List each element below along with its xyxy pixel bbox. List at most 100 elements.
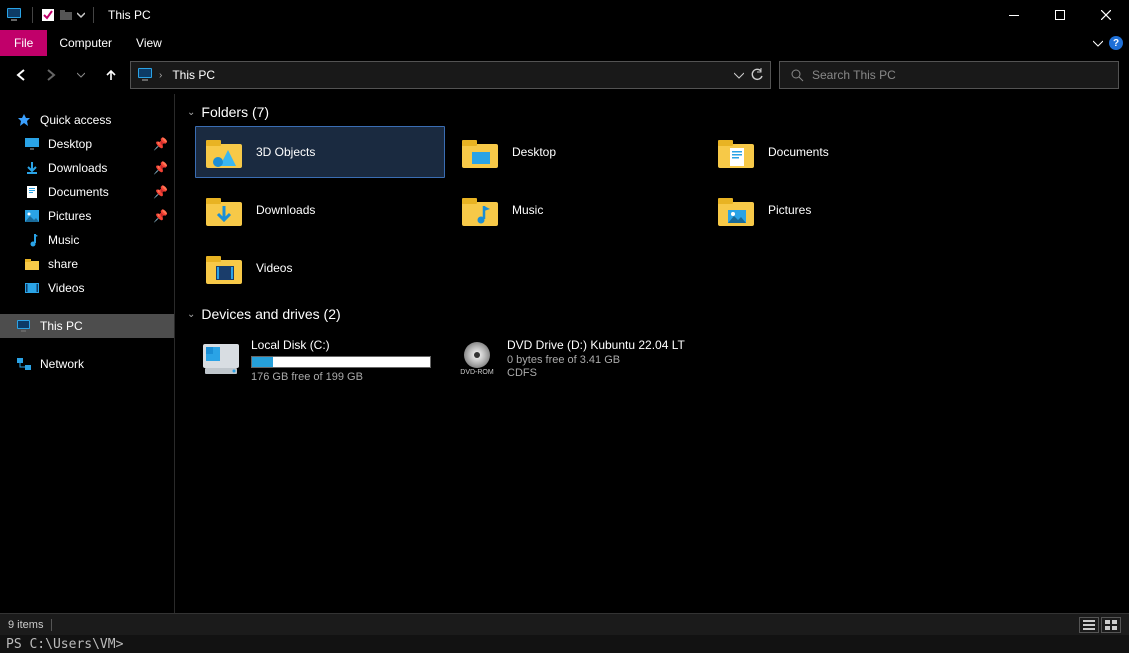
folder-label: Videos xyxy=(256,261,292,275)
maximize-button[interactable] xyxy=(1037,0,1083,30)
sidebar-item-desktop[interactable]: Desktop 📌 xyxy=(0,132,174,156)
folders-group-header[interactable]: ⌄ Folders (7) xyxy=(185,100,1119,126)
pictures-icon xyxy=(24,208,40,224)
folder-music[interactable]: Music xyxy=(451,184,701,236)
folder-label: Downloads xyxy=(256,203,315,217)
chevron-down-icon: ⌄ xyxy=(187,309,195,320)
new-folder-icon[interactable] xyxy=(59,8,73,22)
drives-group-header[interactable]: ⌄ Devices and drives (2) xyxy=(185,302,1119,328)
sidebar-item-label: Downloads xyxy=(48,161,107,175)
sidebar-item-music[interactable]: Music xyxy=(0,228,174,252)
sidebar-item-videos[interactable]: Videos xyxy=(0,276,174,300)
computer-tab[interactable]: Computer xyxy=(47,30,124,56)
sidebar-quick-access-label: Quick access xyxy=(40,113,111,127)
sidebar-this-pc[interactable]: This PC xyxy=(0,314,174,338)
folder-desktop[interactable]: Desktop xyxy=(451,126,701,178)
address-bar[interactable]: › This PC xyxy=(130,61,771,89)
sidebar-item-downloads[interactable]: Downloads 📌 xyxy=(0,156,174,180)
folder-label: Music xyxy=(512,203,543,217)
videos-folder-icon xyxy=(206,250,242,286)
status-bar: 9 items xyxy=(0,613,1129,635)
drive-filesystem: CDFS xyxy=(507,367,695,379)
downloads-folder-icon xyxy=(206,192,242,228)
drive-free-text: 176 GB free of 199 GB xyxy=(251,371,439,383)
drive-usage-bar xyxy=(251,356,431,368)
folders-group-title: Folders (7) xyxy=(201,104,269,120)
qat-dropdown-icon[interactable] xyxy=(77,11,85,19)
breadcrumb-chevron-icon[interactable]: › xyxy=(157,70,164,81)
desktop-icon xyxy=(24,136,40,152)
folder-documents[interactable]: Documents xyxy=(707,126,957,178)
sidebar-item-share[interactable]: share xyxy=(0,252,174,276)
view-tab[interactable]: View xyxy=(124,30,174,56)
sidebar-item-pictures[interactable]: Pictures 📌 xyxy=(0,204,174,228)
search-placeholder: Search This PC xyxy=(812,68,896,82)
back-button[interactable] xyxy=(10,64,32,86)
drive-name: DVD Drive (D:) Kubuntu 22.04 LT xyxy=(507,338,695,352)
pictures-folder-icon xyxy=(718,192,754,228)
this-pc-icon xyxy=(16,318,32,334)
download-icon xyxy=(24,160,40,176)
sidebar-item-label: Videos xyxy=(48,281,84,295)
dvd-rom-label: DVD-ROM xyxy=(460,369,493,376)
nav-row: › This PC Search This PC xyxy=(0,56,1129,94)
breadcrumb-this-pc[interactable]: This PC xyxy=(164,68,223,82)
sidebar-item-label: Documents xyxy=(48,185,109,199)
minimize-button[interactable] xyxy=(991,0,1037,30)
view-details-button[interactable] xyxy=(1079,617,1099,633)
desktop-folder-icon xyxy=(462,134,498,170)
search-icon xyxy=(790,68,804,82)
properties-icon[interactable] xyxy=(41,8,55,22)
file-tab[interactable]: File xyxy=(0,30,47,56)
star-icon xyxy=(16,112,32,128)
music-icon xyxy=(24,232,40,248)
this-pc-icon xyxy=(6,7,24,23)
forward-button[interactable] xyxy=(40,64,62,86)
folder-icon xyxy=(24,256,40,272)
view-icons-button[interactable] xyxy=(1101,617,1121,633)
address-dropdown-icon[interactable] xyxy=(734,70,744,80)
address-pc-icon xyxy=(135,64,157,86)
up-button[interactable] xyxy=(100,64,122,86)
3d-objects-icon xyxy=(206,134,242,170)
pin-icon: 📌 xyxy=(153,137,168,151)
folder-label: Desktop xyxy=(512,145,556,159)
content-pane: ⌄ Folders (7) 3D Objects Desktop Documen… xyxy=(175,94,1129,613)
music-folder-icon xyxy=(462,192,498,228)
videos-icon xyxy=(24,280,40,296)
folder-3d-objects[interactable]: 3D Objects xyxy=(195,126,445,178)
folder-downloads[interactable]: Downloads xyxy=(195,184,445,236)
folder-pictures[interactable]: Pictures xyxy=(707,184,957,236)
chevron-down-icon: ⌄ xyxy=(187,107,195,118)
ribbon-expand-icon[interactable] xyxy=(1093,38,1103,48)
close-button[interactable] xyxy=(1083,0,1129,30)
document-icon xyxy=(24,184,40,200)
folder-videos[interactable]: Videos xyxy=(195,242,445,294)
search-box[interactable]: Search This PC xyxy=(779,61,1119,89)
pin-icon: 📌 xyxy=(153,185,168,199)
documents-folder-icon xyxy=(718,134,754,170)
refresh-icon[interactable] xyxy=(750,68,764,82)
sidebar-quick-access[interactable]: Quick access xyxy=(0,108,174,132)
sidebar-item-label: Pictures xyxy=(48,209,91,223)
status-item-count: 9 items xyxy=(8,619,43,631)
recent-locations-button[interactable] xyxy=(70,64,92,86)
drive-name: Local Disk (C:) xyxy=(251,338,439,352)
folder-label: Pictures xyxy=(768,203,811,217)
sidebar-item-label: Desktop xyxy=(48,137,92,151)
hdd-icon xyxy=(201,338,241,378)
sidebar-item-label: Music xyxy=(48,233,79,247)
drive-free-text: 0 bytes free of 3.41 GB xyxy=(507,354,695,366)
drives-group-title: Devices and drives (2) xyxy=(201,306,340,322)
sidebar-item-documents[interactable]: Documents 📌 xyxy=(0,180,174,204)
sidebar-item-label: share xyxy=(48,257,78,271)
pin-icon: 📌 xyxy=(153,209,168,223)
terminal-row[interactable]: PS C:\Users\VM> xyxy=(0,635,1129,653)
sidebar: Quick access Desktop 📌 Downloads 📌 Docum… xyxy=(0,94,175,613)
folder-label: 3D Objects xyxy=(256,145,315,159)
sidebar-network[interactable]: Network xyxy=(0,352,174,376)
help-icon[interactable]: ? xyxy=(1109,36,1123,50)
drive-dvd-d[interactable]: DVD-ROM DVD Drive (D:) Kubuntu 22.04 LT … xyxy=(451,334,701,387)
dvd-icon: DVD-ROM xyxy=(457,338,497,378)
drive-local-c[interactable]: Local Disk (C:) 176 GB free of 199 GB xyxy=(195,334,445,387)
